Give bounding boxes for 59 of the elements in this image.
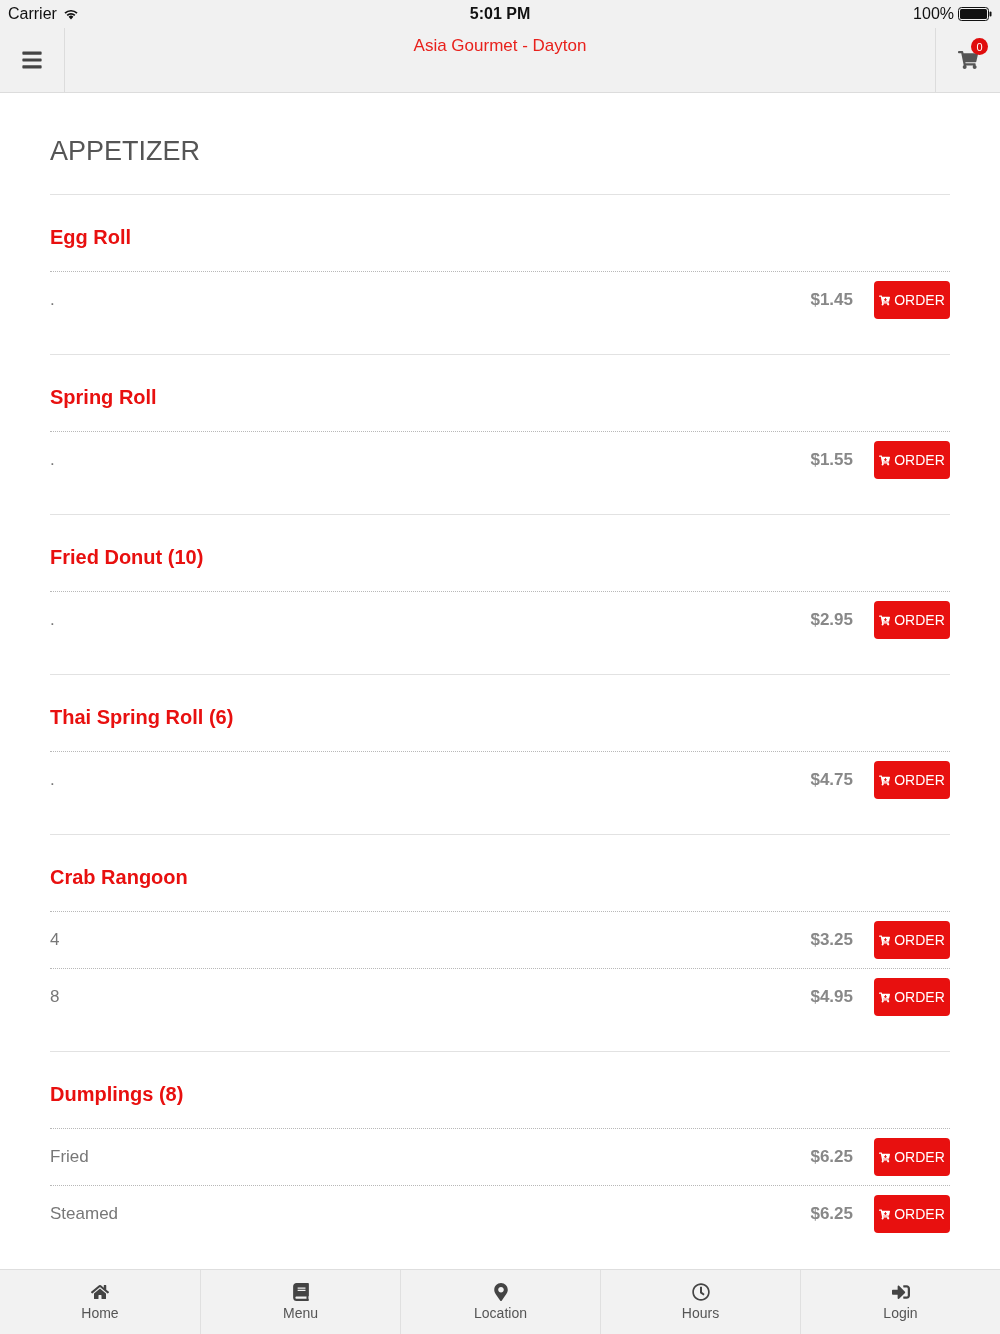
cart-icon (879, 774, 891, 786)
tab-bar-item[interactable]: Home (0, 1270, 200, 1334)
book-icon (291, 1283, 310, 1301)
option-description: Fried (50, 1147, 90, 1167)
tab-bar-item[interactable]: Location (400, 1270, 600, 1334)
order-button[interactable]: ORDER (874, 761, 950, 799)
tab-bar-item[interactable]: Hours (600, 1270, 800, 1334)
cart-button[interactable]: 0 (935, 28, 1000, 92)
order-button[interactable]: ORDER (874, 281, 950, 319)
item-name: Fried Donut (10) (50, 545, 205, 570)
section-heading: APPETIZER (50, 135, 202, 168)
item-name: Egg Roll (50, 225, 133, 250)
battery-percent: 100% (913, 5, 954, 23)
wifi-icon (62, 8, 79, 20)
item-name: Crab Rangoon (50, 865, 189, 890)
order-button[interactable]: ORDER (874, 441, 950, 479)
clock-time: 5:01 PM (469, 5, 531, 23)
option-price: $4.75 (810, 770, 853, 790)
order-button[interactable]: ORDER (874, 601, 950, 639)
option-description: . (50, 290, 56, 310)
option-description: 4 (50, 930, 61, 950)
order-button[interactable]: ORDER (874, 1195, 950, 1233)
restaurant-title: Asia Gourmet - Dayton (413, 36, 587, 55)
option-price: $3.25 (810, 930, 853, 950)
cart-icon (879, 614, 891, 626)
option-price: $1.55 (810, 450, 853, 470)
sign-in-icon (891, 1283, 910, 1301)
map-pin-icon (491, 1283, 510, 1301)
home-icon (91, 1283, 109, 1301)
item-name: Spring Roll (50, 385, 158, 410)
battery-icon (958, 7, 992, 21)
option-description: . (50, 610, 56, 630)
tab-bar-item[interactable]: Menu (200, 1270, 400, 1334)
item-name: Dumplings (8) (50, 1082, 185, 1107)
carrier-label: Carrier (8, 5, 57, 23)
option-price: $4.95 (810, 987, 853, 1007)
cart-icon (879, 454, 891, 466)
option-price: $6.25 (810, 1204, 853, 1224)
cart-icon (879, 294, 891, 306)
order-button[interactable]: ORDER (874, 978, 950, 1016)
tab-bar-item[interactable]: Login (800, 1270, 1000, 1334)
cart-count-badge: 0 (971, 38, 988, 55)
cart-icon (879, 1151, 891, 1163)
option-description: . (50, 770, 56, 790)
cart-icon (879, 934, 891, 946)
option-description: Steamed (50, 1204, 120, 1224)
option-description: . (50, 450, 56, 470)
cart-icon (879, 1208, 891, 1220)
item-name: Thai Spring Roll (6) (50, 705, 235, 730)
option-description: 8 (50, 987, 61, 1007)
option-price: $2.95 (810, 610, 853, 630)
order-button[interactable]: ORDER (874, 921, 950, 959)
option-price: $1.45 (810, 290, 853, 310)
cart-icon (958, 50, 978, 70)
clock-icon (691, 1283, 710, 1301)
order-button[interactable]: ORDER (874, 1138, 950, 1176)
menu-icon (21, 49, 43, 71)
cart-icon (879, 991, 891, 1003)
option-price: $6.25 (810, 1147, 853, 1167)
